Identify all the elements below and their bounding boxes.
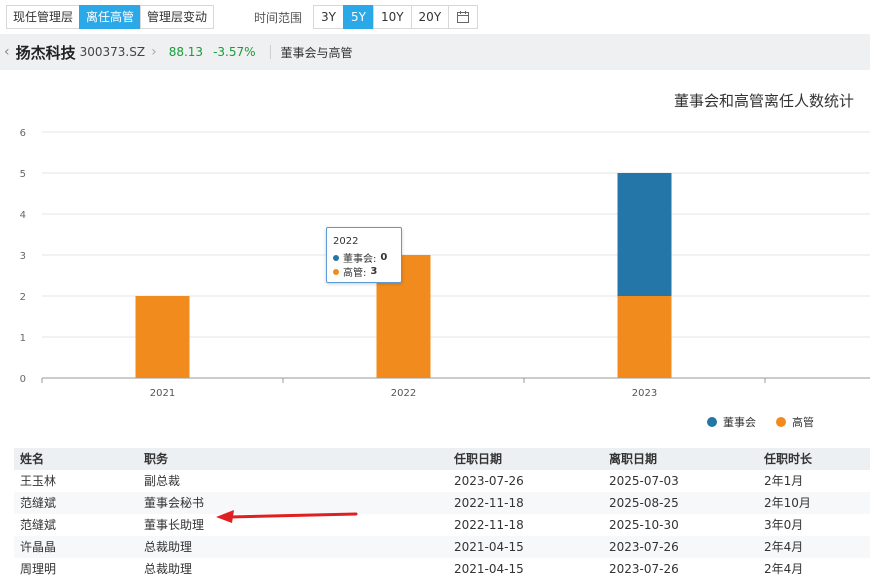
legend-item-executive[interactable]: 高管 xyxy=(776,414,814,430)
board-legend-icon xyxy=(707,417,717,427)
x-tick-label: 2022 xyxy=(391,388,416,399)
cell-tenure: 2年10月 xyxy=(764,496,811,510)
tooltip-row-executive: 高管: 3 xyxy=(333,264,377,279)
tooltip-value: 0 xyxy=(380,252,388,263)
cell-start-date: 2021-04-15 xyxy=(454,540,524,554)
table-row[interactable]: 王玉林 副总裁 2023-07-26 2025-07-03 2年1月 xyxy=(14,470,870,492)
header-tenure[interactable]: 任职时长 xyxy=(764,448,812,470)
header-position[interactable]: 职务 xyxy=(144,448,168,470)
cell-end-date: 2023-07-26 xyxy=(609,540,679,554)
tooltip-row-board: 董事会: 0 xyxy=(333,250,387,265)
cell-start-date: 2022-11-18 xyxy=(454,518,524,532)
x-tick-label: 2021 xyxy=(150,388,175,399)
stock-price: 88.13 xyxy=(168,45,204,59)
table-row[interactable]: 范缝斌 董事长助理 2022-11-18 2025-10-30 3年0月 xyxy=(14,514,870,536)
stock-change: -3.57% xyxy=(213,45,256,59)
legend-label: 董事会 xyxy=(723,416,756,429)
tooltip-label: 高管: xyxy=(343,268,367,279)
y-tick-label: 3 xyxy=(20,251,26,262)
cell-position: 董事长助理 xyxy=(144,518,205,532)
time-range-label: 时间范围 xyxy=(254,11,303,25)
cell-name: 范缝斌 xyxy=(20,518,57,532)
stock-code: 300373.SZ xyxy=(79,45,146,59)
calendar-icon xyxy=(457,10,470,23)
chevron-right-icon[interactable]: › xyxy=(151,44,157,60)
chart-panel: 董事会和高管离任人数统计 0 1 2 3 4 5 6 2021 2022 2023 2022 董事… xyxy=(0,72,870,448)
executive-legend-icon xyxy=(776,417,786,427)
tooltip-label: 董事会: xyxy=(343,254,377,265)
tooltip-title: 2022 xyxy=(333,236,359,247)
y-tick-label: 1 xyxy=(20,333,26,344)
stock-info-bar: ‹ 扬杰科技 300373.SZ › 88.13 -3.57% 董事会与高管 xyxy=(0,34,870,70)
cell-tenure: 3年0月 xyxy=(764,518,804,532)
tab-current-management[interactable]: 现任管理层 xyxy=(6,5,81,29)
bar-2021-高管 xyxy=(135,296,190,378)
header-start-date[interactable]: 任职日期 xyxy=(454,448,502,470)
bar-chart: 0 1 2 3 4 5 6 2021 2022 2023 xyxy=(20,128,870,399)
range-20y-button[interactable]: 20Y xyxy=(410,5,450,29)
y-tick-label: 4 xyxy=(20,210,26,221)
range-10y-button[interactable]: 10Y xyxy=(372,5,412,29)
departed-executives-table: 姓名 职务 任职日期 离职日期 任职时长 王玉林 副总裁 2023-07-26 … xyxy=(14,448,870,580)
cell-tenure: 2年4月 xyxy=(764,562,804,576)
cell-start-date: 2022-11-18 xyxy=(454,496,524,510)
cell-name: 范缝斌 xyxy=(20,496,57,510)
cell-end-date: 2023-07-26 xyxy=(609,562,679,576)
tooltip-value: 3 xyxy=(370,266,378,277)
section-title: 董事会与高管 xyxy=(280,45,353,60)
tab-management-changes[interactable]: 管理层变动 xyxy=(140,5,215,29)
chart-tooltip: 2022 董事会: 0 高管: 3 xyxy=(326,227,402,283)
y-tick-label: 5 xyxy=(20,169,26,180)
cell-position: 副总裁 xyxy=(144,474,181,488)
cell-tenure: 2年4月 xyxy=(764,540,804,554)
board-dot-icon xyxy=(333,254,339,261)
time-range-selector: 3Y 5Y 10Y 20Y xyxy=(313,5,479,29)
chart-legend: 董事会 高管 xyxy=(687,414,814,430)
table-row[interactable]: 范缝斌 董事会秘书 2022-11-18 2025-08-25 2年10月 xyxy=(14,492,870,514)
table-header: 姓名 职务 任职日期 离职日期 任职时长 xyxy=(14,448,870,470)
cell-end-date: 2025-07-03 xyxy=(609,474,679,488)
cell-start-date: 2021-04-15 xyxy=(454,562,524,576)
cell-name: 许晶晶 xyxy=(20,540,57,554)
cell-start-date: 2023-07-26 xyxy=(454,474,524,488)
annotation-arrow-icon xyxy=(216,510,358,523)
view-tabs: 现任管理层 离任高管 管理层变动 xyxy=(6,5,215,29)
cell-end-date: 2025-10-30 xyxy=(609,518,679,532)
header-name[interactable]: 姓名 xyxy=(20,448,44,470)
executive-dot-icon xyxy=(333,268,339,275)
bar-2023-董事会 xyxy=(617,173,672,296)
tab-departed-executives[interactable]: 离任高管 xyxy=(79,5,142,29)
table-row[interactable]: 许晶晶 总裁助理 2021-04-15 2023-07-26 2年4月 xyxy=(14,536,870,558)
table-row[interactable]: 周理明 总裁助理 2021-04-15 2023-07-26 2年4月 xyxy=(14,558,870,580)
y-tick-label: 2 xyxy=(20,292,26,303)
divider xyxy=(269,45,271,59)
calendar-button[interactable] xyxy=(448,5,479,29)
x-tick-label: 2023 xyxy=(632,388,657,399)
legend-item-board[interactable]: 董事会 xyxy=(707,414,756,430)
range-3y-button[interactable]: 3Y xyxy=(313,5,344,29)
cell-position: 总裁助理 xyxy=(144,540,193,554)
header-end-date[interactable]: 离职日期 xyxy=(609,448,657,470)
cell-name: 王玉林 xyxy=(20,474,57,488)
chevron-left-icon[interactable]: ‹ xyxy=(4,44,10,60)
cell-tenure: 2年1月 xyxy=(764,474,804,488)
bar-2023-高管 xyxy=(617,296,672,378)
cell-end-date: 2025-08-25 xyxy=(609,496,679,510)
cell-name: 周理明 xyxy=(20,562,57,576)
y-tick-label: 6 xyxy=(20,128,26,139)
cell-position: 董事会秘书 xyxy=(144,496,205,510)
range-5y-button[interactable]: 5Y xyxy=(342,5,374,29)
cell-position: 总裁助理 xyxy=(144,562,193,576)
legend-label: 高管 xyxy=(792,416,814,429)
y-tick-label: 0 xyxy=(20,374,26,385)
stock-name: 扬杰科技 xyxy=(15,43,76,62)
top-toolbar: 现任管理层 离任高管 管理层变动 时间范围 3Y 5Y 10Y 20Y xyxy=(0,0,870,34)
